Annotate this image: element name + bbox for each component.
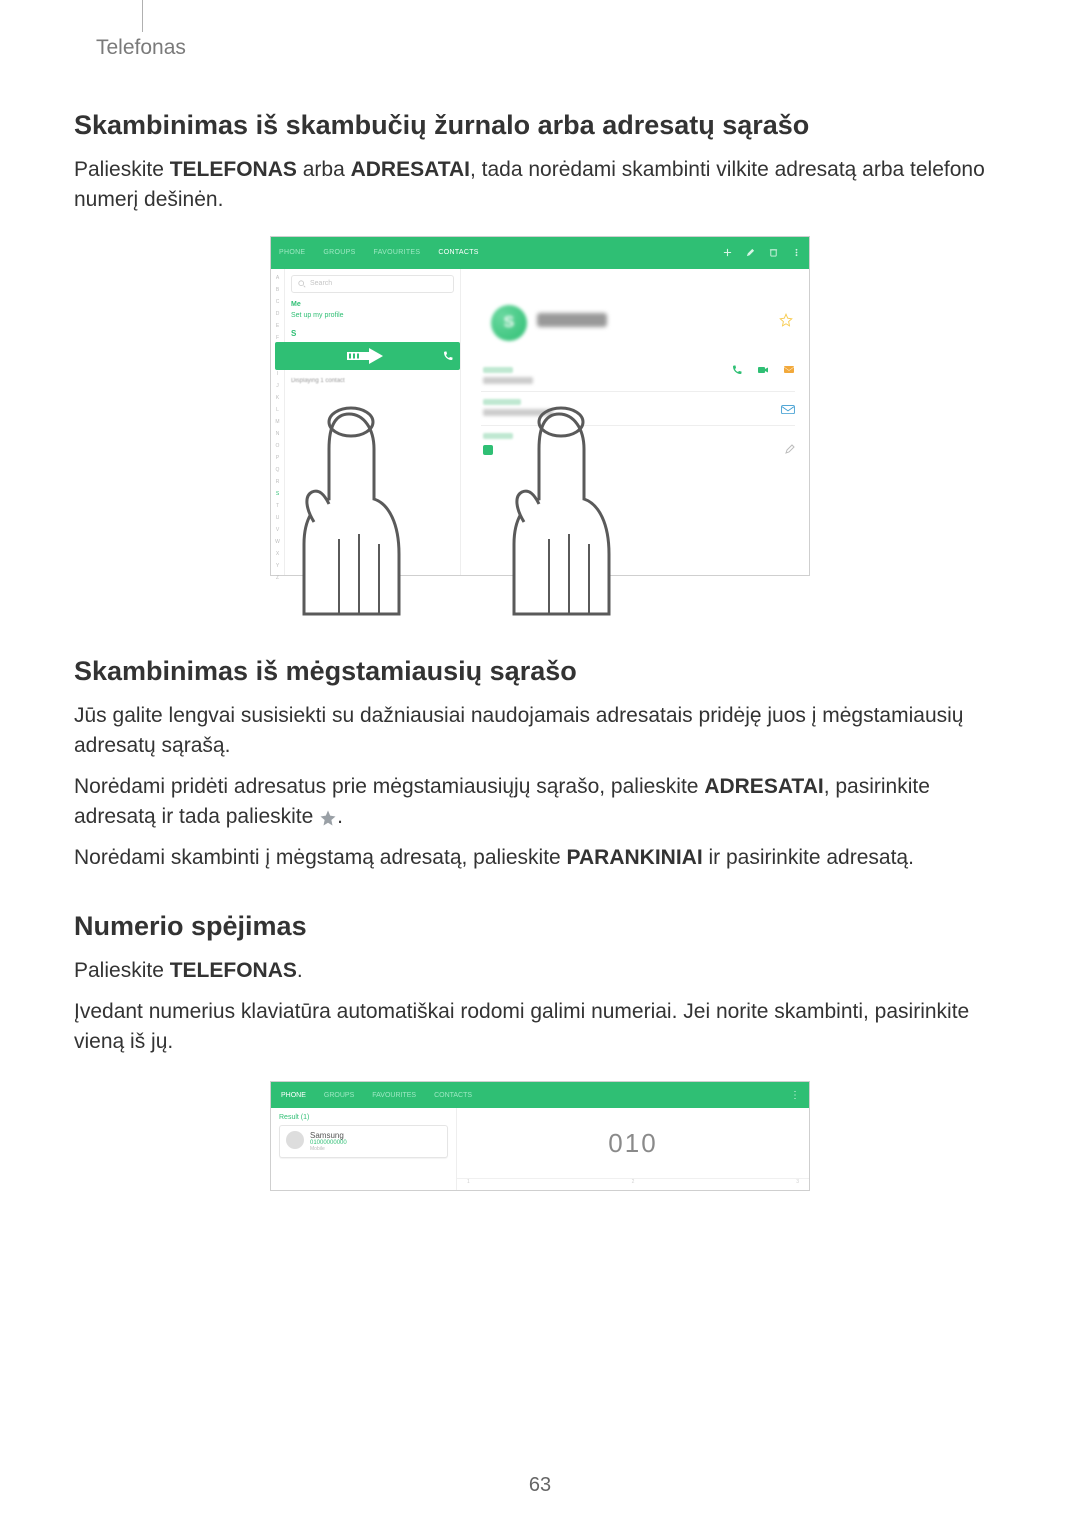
tab-phone[interactable]: PHONE bbox=[281, 1092, 306, 1099]
search-placeholder: Search bbox=[310, 280, 332, 287]
text: . bbox=[297, 959, 303, 982]
label-telefonas: TELEFONAS bbox=[170, 158, 297, 181]
search-icon bbox=[298, 280, 306, 288]
swipe-arrow-icon bbox=[343, 347, 393, 365]
star-icon bbox=[319, 809, 337, 827]
idx[interactable]: I bbox=[277, 371, 278, 377]
idx[interactable]: K bbox=[276, 395, 279, 401]
tab-contacts[interactable]: CONTACTS bbox=[438, 249, 478, 256]
para-s2-2: Norėdami pridėti adresatus prie mėgstami… bbox=[74, 772, 1006, 833]
result-count: Result (1) bbox=[279, 1114, 448, 1121]
pencil-icon[interactable] bbox=[785, 441, 795, 451]
app-tabbar: PHONE GROUPS FAVOURITES CONTACTS bbox=[271, 237, 809, 269]
text: Norėdami skambinti į mėgstamą adresatą, … bbox=[74, 846, 567, 869]
hand-gesture-icon bbox=[274, 404, 424, 624]
add-icon[interactable] bbox=[723, 248, 732, 257]
heading-number-prediction: Numerio spėjimas bbox=[74, 911, 1006, 942]
idx[interactable]: E bbox=[276, 323, 279, 329]
label-parankiniai: PARANKINIAI bbox=[567, 846, 703, 869]
section-header: Telefonas bbox=[74, 36, 1006, 60]
idx[interactable]: J bbox=[276, 383, 279, 389]
setup-profile-link[interactable]: Set up my profile bbox=[291, 312, 454, 319]
section-letter: S bbox=[291, 329, 454, 338]
figure-number-prediction: PHONE GROUPS FAVOURITES CONTACTS ⋮ Resul… bbox=[270, 1081, 810, 1191]
para-s2-3: Norėdami skambinti į mėgstamą adresatą, … bbox=[74, 843, 1006, 873]
label-adresatai: ADRESATAI bbox=[351, 158, 470, 181]
tab-favourites[interactable]: FAVOURITES bbox=[374, 249, 421, 256]
idx[interactable]: F bbox=[276, 335, 279, 341]
edit-icon[interactable] bbox=[746, 248, 755, 257]
avatar bbox=[286, 1131, 304, 1149]
dialed-number: 010 bbox=[457, 1108, 809, 1178]
hand-gesture-icon bbox=[484, 404, 634, 624]
search-input[interactable]: Search bbox=[291, 275, 454, 293]
avatar: S bbox=[491, 305, 527, 341]
idx[interactable]: B bbox=[276, 287, 279, 293]
figure-swipe-to-call: PHONE GROUPS FAVOURITES CONTACTS A B C D bbox=[270, 236, 810, 616]
heading-call-from-log: Skambinimas iš skambučių žurnalo arba ad… bbox=[74, 110, 1006, 141]
para-s2-1: Jūs galite lengvai susisiekti su dažniau… bbox=[74, 701, 1006, 762]
idx[interactable]: D bbox=[276, 311, 280, 317]
text: . bbox=[337, 805, 343, 828]
app-tabbar: PHONE GROUPS FAVOURITES CONTACTS ⋮ bbox=[271, 1082, 809, 1108]
para-s3-2: Įvedant numerius klaviatūra automatiškai… bbox=[74, 997, 1006, 1058]
tab-favourites[interactable]: FAVOURITES bbox=[372, 1092, 416, 1099]
tab-groups[interactable]: GROUPS bbox=[323, 249, 355, 256]
label-adresatai: ADRESATAI bbox=[704, 775, 823, 798]
tab-contacts[interactable]: CONTACTS bbox=[434, 1092, 472, 1099]
idx[interactable]: C bbox=[276, 299, 280, 305]
text: ir pasirinkite adresatą. bbox=[703, 846, 914, 869]
contact-name-blur bbox=[537, 313, 607, 327]
video-call-icon[interactable] bbox=[757, 363, 769, 375]
message-icon[interactable] bbox=[783, 363, 795, 375]
delete-icon[interactable] bbox=[769, 248, 778, 257]
para-s3-1: Palieskite TELEFONAS. bbox=[74, 956, 1006, 986]
phone-icon bbox=[442, 350, 454, 362]
text: Palieskite bbox=[74, 959, 170, 982]
suggestion-type: Mobile bbox=[310, 1146, 347, 1152]
tab-phone[interactable]: PHONE bbox=[279, 249, 305, 256]
call-icon[interactable] bbox=[731, 363, 743, 375]
idx[interactable]: A bbox=[276, 275, 279, 281]
heading-favourites: Skambinimas iš mėgstamiausių sąrašo bbox=[74, 656, 1006, 687]
text: arba bbox=[297, 158, 351, 181]
tab-groups[interactable]: GROUPS bbox=[324, 1092, 354, 1099]
label-telefonas: TELEFONAS bbox=[170, 959, 297, 982]
favourite-star-icon[interactable] bbox=[779, 313, 793, 327]
page-number: 63 bbox=[0, 1474, 1080, 1497]
more-icon[interactable] bbox=[792, 248, 801, 257]
suggestion-card[interactable]: Samsung 01000000000 Mobile bbox=[279, 1125, 448, 1158]
displaying-count: Displaying 1 contact bbox=[291, 378, 454, 384]
email-icon[interactable] bbox=[781, 401, 795, 411]
para-s1: Palieskite TELEFONAS arba ADRESATAI, tad… bbox=[74, 155, 1006, 216]
text: Norėdami pridėti adresatus prie mėgstami… bbox=[74, 775, 704, 798]
keypad-hint-row: 123 bbox=[457, 1178, 809, 1190]
suggestion-name: Samsung bbox=[310, 1131, 347, 1140]
me-label: Me bbox=[291, 301, 454, 308]
text: Palieskite bbox=[74, 158, 170, 181]
more-icon[interactable]: ⋮ bbox=[790, 1090, 799, 1101]
contact-row-swipe[interactable] bbox=[275, 342, 460, 370]
